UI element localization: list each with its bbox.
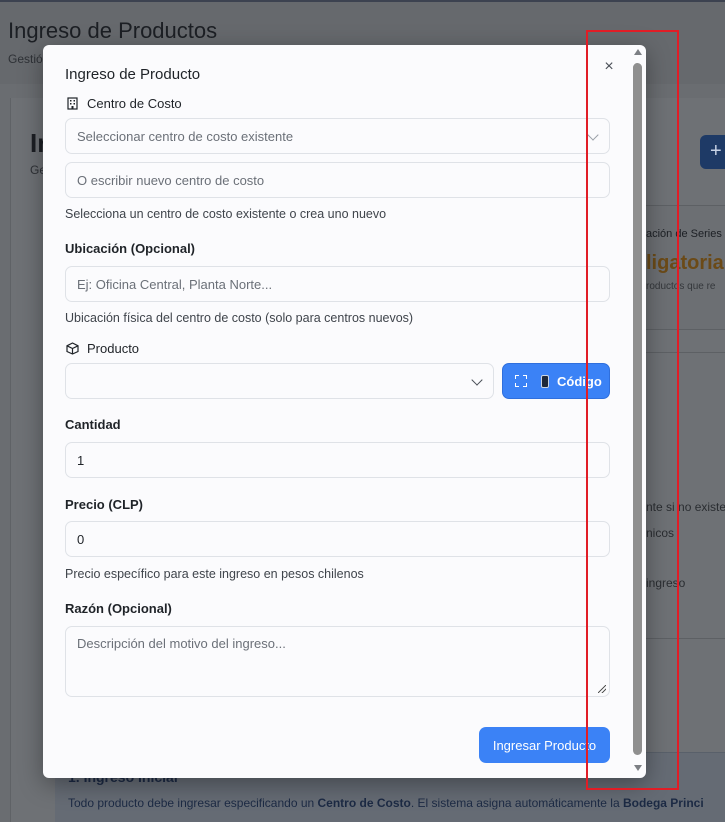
cost-center-label-row: Centro de Costo	[65, 96, 182, 111]
annotation-highlight	[586, 30, 679, 790]
chevron-down-icon	[471, 374, 483, 386]
price-input[interactable]: 0	[65, 521, 610, 557]
quantity-label: Cantidad	[65, 417, 121, 432]
cost-center-select-text: Seleccionar centro de costo existente	[77, 128, 294, 144]
reason-label: Razón (Opcional)	[65, 601, 172, 616]
price-help: Precio específico para este ingreso en p…	[65, 567, 364, 581]
phone-icon	[541, 374, 549, 388]
info-text-cost-center: Centro de Costo	[317, 796, 411, 810]
cost-center-select[interactable]: Seleccionar centro de costo existente	[65, 118, 610, 154]
cost-center-label: Centro de Costo	[87, 96, 182, 111]
info-box-text: Todo producto debe ingresar especificand…	[68, 796, 704, 810]
product-label-row: Producto	[65, 341, 139, 356]
info-text-middle: . El sistema asigna automáticamente la	[410, 796, 623, 810]
cost-center-help: Selecciona un centro de costo existente …	[65, 207, 387, 221]
product-label: Producto	[87, 341, 140, 356]
info-text-warehouse: Bodega Princi	[622, 796, 704, 810]
reason-placeholder: Descripción del motivo del ingreso...	[77, 636, 286, 651]
page-title: Ingreso de Productos	[8, 18, 218, 43]
box-icon	[65, 342, 79, 356]
location-help: Ubicación física del centro de costo (so…	[65, 311, 414, 325]
location-placeholder: Ej: Oficina Central, Planta Norte...	[77, 276, 273, 292]
price-value: 0	[77, 531, 85, 547]
scan-icon	[515, 375, 527, 387]
quantity-input[interactable]: 1	[65, 442, 610, 478]
new-cost-center-placeholder: O escribir nuevo centro de costo	[77, 172, 265, 188]
add-button[interactable]: +	[700, 135, 725, 169]
building-icon	[65, 97, 79, 111]
info-text-prefix: Todo producto debe ingresar especificand…	[68, 796, 318, 810]
modal-title: Ingreso de Producto	[65, 66, 201, 83]
reason-textarea[interactable]: Descripción del motivo del ingreso...	[65, 626, 610, 697]
location-label: Ubicación (Opcional)	[65, 241, 196, 256]
price-label: Precio (CLP)	[65, 497, 144, 512]
page-subtitle: Gestió	[8, 52, 43, 66]
product-select[interactable]	[65, 363, 494, 399]
new-cost-center-input[interactable]: O escribir nuevo centro de costo	[65, 162, 610, 198]
quantity-value: 1	[77, 452, 85, 468]
location-input[interactable]: Ej: Oficina Central, Planta Norte...	[65, 266, 610, 302]
product-entry-modal: Ingreso de Producto × Centro de Costo Se…	[43, 45, 646, 778]
